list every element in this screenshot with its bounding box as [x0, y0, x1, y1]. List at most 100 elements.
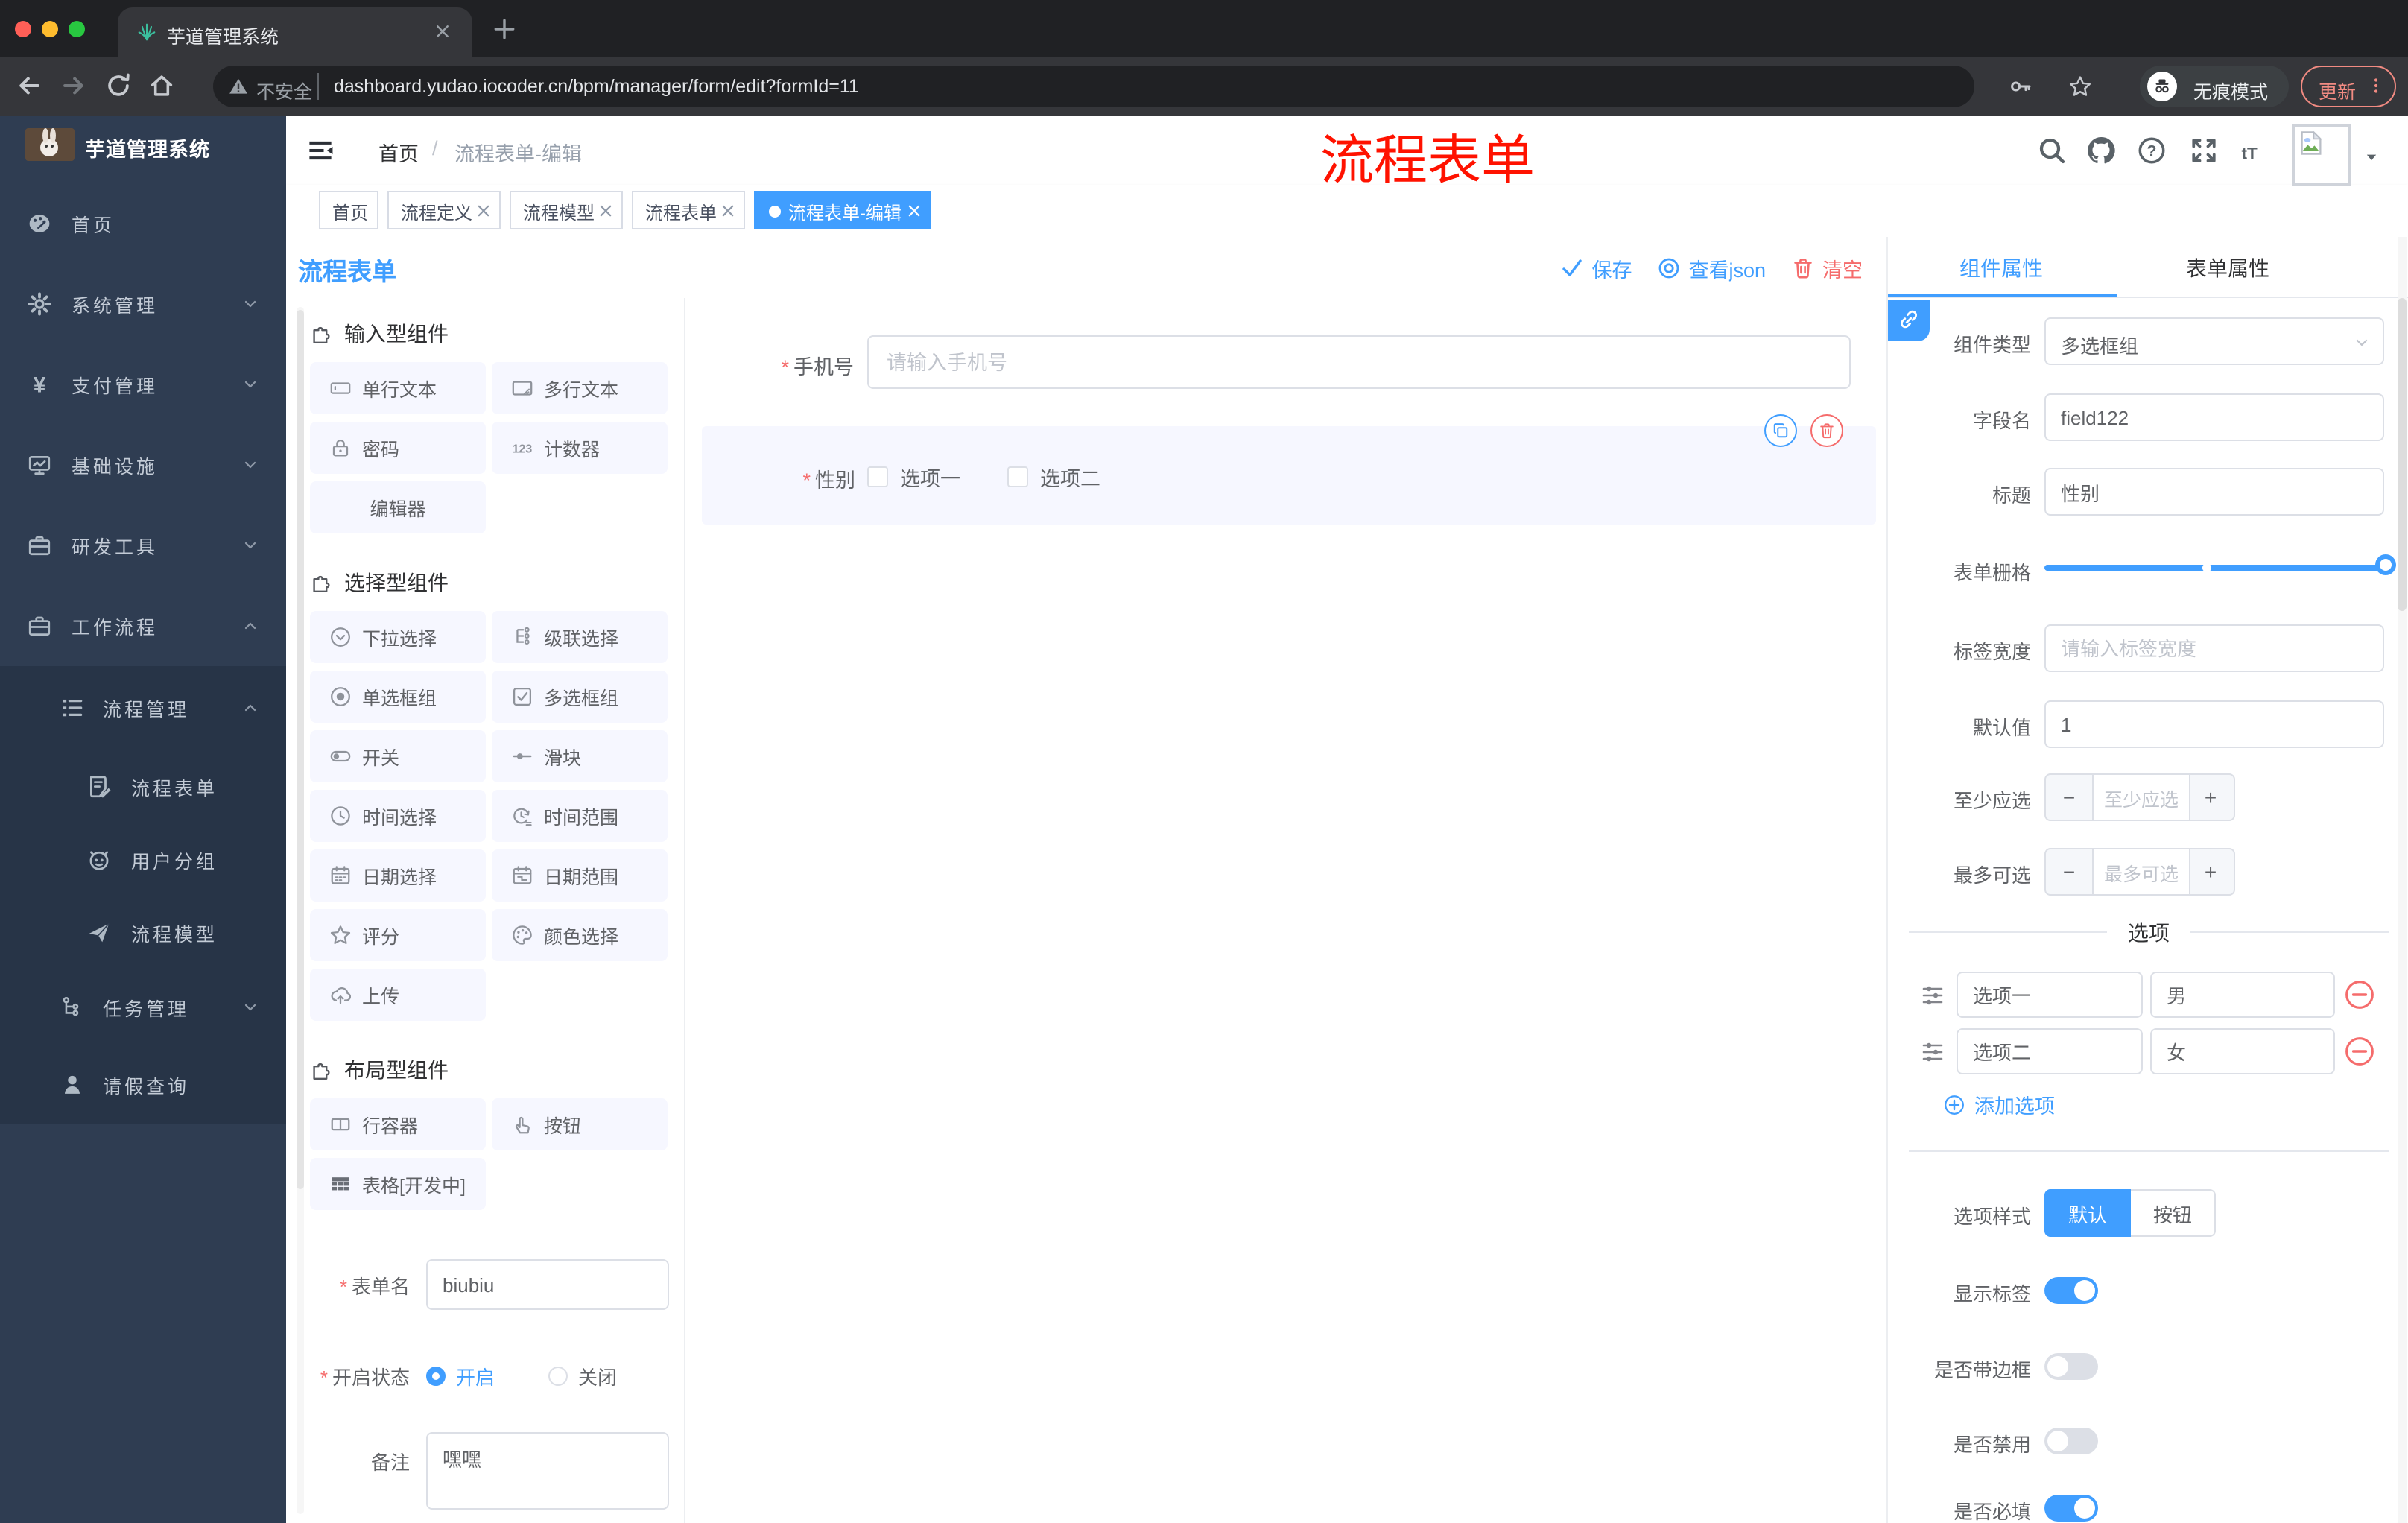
form-grid-slider[interactable]	[2044, 554, 2396, 575]
palette-item-time-picker[interactable]: 时间选择	[310, 790, 486, 842]
selected-component-gender[interactable]: 性别 选项一 选项二	[702, 426, 1876, 525]
palette-item-counter[interactable]: 计数器	[492, 422, 668, 474]
delete-component-button[interactable]	[1810, 414, 1843, 447]
option-label-input[interactable]	[1956, 1028, 2143, 1074]
sidebar-item-devtools[interactable]: 研发工具	[0, 505, 286, 586]
field-name-input[interactable]	[2044, 393, 2384, 441]
copy-component-button[interactable]	[1764, 414, 1797, 447]
home-icon[interactable]	[148, 72, 176, 100]
gender-option-1[interactable]: 选项一	[867, 462, 960, 492]
tag-close-icon[interactable]	[720, 203, 736, 219]
tab-close-icon[interactable]	[434, 22, 452, 40]
tag-process-definition[interactable]: 流程定义	[387, 191, 501, 229]
tab-form-props[interactable]: 表单属性	[2186, 253, 2269, 283]
palette-item-checkbox-group[interactable]: 多选框组	[492, 671, 668, 723]
sidebar-item-user-group[interactable]: 用户分组	[0, 823, 286, 896]
required-switch[interactable]	[2044, 1495, 2098, 1522]
sidebar-item-leave-query[interactable]: 请假查询	[0, 1045, 286, 1124]
browser-tab[interactable]: 芋道管理系统	[118, 7, 472, 57]
option-value-input[interactable]	[2150, 972, 2335, 1018]
stepper-plus-button[interactable]: +	[2187, 775, 2234, 820]
new-tab-icon[interactable]	[492, 16, 517, 42]
form-canvas[interactable]: 手机号 性别 选项一 选项二	[685, 298, 1886, 1523]
github-icon[interactable]	[2086, 136, 2116, 165]
palette-item-rate[interactable]: 评分	[310, 909, 486, 961]
with-border-switch[interactable]	[2044, 1353, 2098, 1380]
gender-option-2[interactable]: 选项二	[1007, 462, 1100, 492]
palette-item-button[interactable]: 按钮	[492, 1098, 668, 1150]
palette-item-cascader[interactable]: 级联选择	[492, 611, 668, 663]
palette-item-editor[interactable]: 编辑器	[310, 481, 486, 533]
palette-item-select[interactable]: 下拉选择	[310, 611, 486, 663]
bookmark-star-icon[interactable]	[2068, 75, 2092, 98]
max-select-input[interactable]: 最多可选	[2092, 849, 2190, 894]
window-close-button[interactable]	[15, 21, 31, 37]
default-value-input[interactable]	[2044, 700, 2384, 748]
palette-scrollbar-thumb[interactable]	[297, 310, 304, 1189]
stepper-plus-button[interactable]: +	[2187, 849, 2234, 894]
remove-option-icon[interactable]	[2344, 979, 2375, 1010]
drag-handle-icon[interactable]	[1921, 984, 1945, 1007]
font-size-icon[interactable]	[2240, 136, 2269, 165]
view-json-button[interactable]: 查看json	[1657, 253, 1766, 282]
palette-item-table[interactable]: 表格[开发中]	[310, 1158, 486, 1210]
slider-handle[interactable]	[2375, 554, 2396, 575]
palette-item-time-range[interactable]: 时间范围	[492, 790, 668, 842]
sidebar-item-payment[interactable]: 支付管理	[0, 344, 286, 425]
tag-process-form[interactable]: 流程表单	[632, 191, 745, 229]
palette-item-radio-group[interactable]: 单选框组	[310, 671, 486, 723]
option-label-input[interactable]	[1956, 972, 2143, 1018]
drag-handle-icon[interactable]	[1921, 1040, 1945, 1064]
palette-item-row-container[interactable]: 行容器	[310, 1098, 486, 1150]
password-key-icon[interactable]	[2009, 75, 2032, 98]
save-button[interactable]: 保存	[1560, 253, 1632, 282]
stepper-minus-button[interactable]: −	[2046, 775, 2092, 820]
label-width-input[interactable]	[2044, 624, 2384, 672]
style-button-button[interactable]: 按钮	[2131, 1189, 2217, 1237]
window-minimize-button[interactable]	[42, 21, 58, 37]
disabled-switch[interactable]	[2044, 1428, 2098, 1454]
sidebar-item-process-model[interactable]: 流程模型	[0, 896, 286, 969]
url-bar[interactable]: 不安全 dashboard.yudao.iocoder.cn/bpm/manag…	[213, 66, 1974, 107]
form-name-input[interactable]	[426, 1259, 669, 1310]
help-icon[interactable]	[2137, 136, 2167, 165]
status-radio-on[interactable]: 开启	[426, 1362, 495, 1390]
tag-home[interactable]: 首页	[319, 191, 378, 229]
sidebar-item-home[interactable]: 首页	[0, 183, 286, 264]
add-option-button[interactable]: 添加选项	[1943, 1089, 2055, 1119]
reload-icon[interactable]	[104, 72, 133, 100]
window-zoom-button[interactable]	[69, 21, 85, 37]
palette-item-date-picker[interactable]: 日期选择	[310, 849, 486, 902]
phone-field-input[interactable]	[867, 335, 1851, 389]
tag-process-form-edit-active[interactable]: 流程表单-编辑	[754, 191, 931, 229]
palette-item-upload[interactable]: 上传	[310, 969, 486, 1021]
tag-close-icon[interactable]	[475, 203, 492, 219]
sidebar-item-system[interactable]: 系统管理	[0, 264, 286, 344]
palette-item-password[interactable]: 密码	[310, 422, 486, 474]
search-icon[interactable]	[2037, 136, 2067, 165]
palette-item-multi-text[interactable]: 多行文本	[492, 362, 668, 414]
remove-option-icon[interactable]	[2344, 1036, 2375, 1067]
option-value-input[interactable]	[2150, 1028, 2335, 1074]
menu-dots-icon[interactable]	[2366, 76, 2386, 95]
title-input[interactable]	[2044, 468, 2384, 516]
palette-item-single-text[interactable]: 单行文本	[310, 362, 486, 414]
min-select-input[interactable]: 至少应选	[2092, 775, 2190, 820]
back-icon[interactable]	[15, 72, 43, 100]
stepper-minus-button[interactable]: −	[2046, 849, 2092, 894]
breadcrumb-home[interactable]: 首页	[378, 137, 419, 167]
style-default-button[interactable]: 默认	[2044, 1189, 2132, 1237]
tag-close-icon[interactable]	[906, 203, 922, 219]
palette-item-slider[interactable]: 滑块	[492, 730, 668, 782]
sidebar-item-infra[interactable]: 基础设施	[0, 425, 286, 505]
fullscreen-icon[interactable]	[2189, 136, 2219, 165]
avatar-caret-down-icon[interactable]	[2363, 149, 2380, 165]
palette-item-switch[interactable]: 开关	[310, 730, 486, 782]
palette-item-color-picker[interactable]: 颜色选择	[492, 909, 668, 961]
status-radio-off[interactable]: 关闭	[548, 1362, 617, 1390]
tag-process-model[interactable]: 流程模型	[510, 191, 623, 229]
tab-component-props[interactable]: 组件属性	[1959, 253, 2043, 283]
avatar[interactable]	[2292, 124, 2351, 186]
hamburger-icon[interactable]	[307, 137, 334, 164]
palette-item-date-range[interactable]: 日期范围	[492, 849, 668, 902]
